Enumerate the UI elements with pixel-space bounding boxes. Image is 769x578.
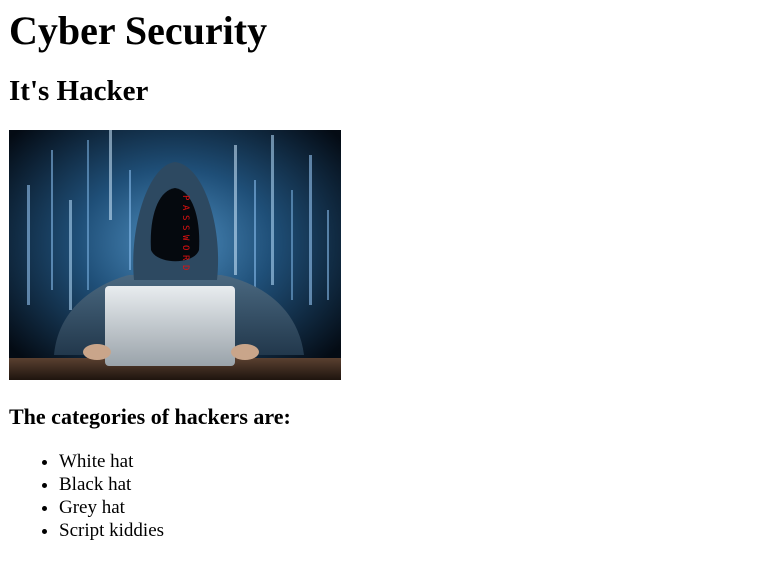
list-item: Script kiddies [59,519,760,542]
laptop [105,286,235,366]
hacker-image: P A S S W O R D [9,130,341,380]
svg-text:A: A [180,205,190,211]
list-item: Black hat [59,473,760,496]
list-item: White hat [59,450,760,473]
svg-text:R: R [180,255,190,261]
svg-text:P: P [180,195,190,201]
categories-list: White hat Black hat Grey hat Script kidd… [9,450,760,542]
list-item: Grey hat [59,496,760,519]
page-content: Cyber Security It's Hacker P A S S W O R… [0,8,769,542]
page-title: Cyber Security [9,8,268,53]
svg-text:O: O [180,245,190,250]
svg-text:D: D [180,265,190,270]
svg-text:S: S [180,225,190,230]
page-subtitle: It's Hacker [9,75,149,107]
categories-heading: The categories of hackers are: [9,404,291,429]
svg-text:S: S [180,215,190,220]
svg-text:W: W [180,235,190,241]
